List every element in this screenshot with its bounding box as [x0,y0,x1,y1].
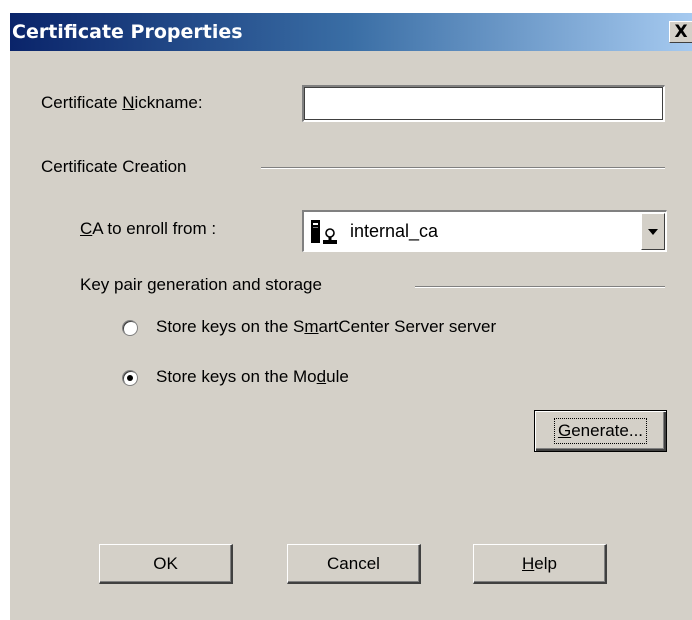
section-divider [261,167,665,169]
help-label-part: elp [534,553,557,573]
cancel-button[interactable]: Cancel [287,544,421,584]
option-label-part: artCenter Server server [318,317,497,336]
close-button[interactable]: X [669,21,692,43]
nickname-input[interactable] [302,85,665,122]
generate-mnemonic: G [557,421,572,440]
ca-label-mnemonic: C [80,219,93,238]
title-bar[interactable]: Certificate Properties X [10,13,692,51]
nickname-label-mnemonic: N [122,93,135,112]
ok-button[interactable]: OK [99,544,233,584]
ca-selected-value: internal_ca [350,221,439,241]
option-label-mnemonic: m [304,317,319,336]
generate-label-part: enerate... [571,421,644,440]
certificate-creation-heading: Certificate Creation [41,157,187,176]
store-keys-server-radio[interactable] [122,320,138,336]
help-mnemonic: H [522,553,535,573]
certificate-properties-dialog: Certificate Properties X Certificate Nic… [9,12,692,620]
option-label-part: ule [326,367,349,386]
radio-selected-dot [127,375,133,381]
store-keys-module-label[interactable]: Store keys on the Module [156,367,349,387]
option-label-part: Store keys on the Mo [156,367,317,386]
section-divider [415,286,665,288]
option-label-mnemonic: d [316,367,327,386]
option-label-part: Store keys on the S [156,317,305,336]
nickname-label: Certificate Nickname: [41,93,203,113]
dropdown-button[interactable] [641,213,665,250]
chevron-down-icon [648,228,658,235]
ca-label-part: A to enroll from : [92,219,217,238]
focus-indicator: Generate... [553,418,648,444]
help-button[interactable]: Help [473,544,607,584]
nickname-label-part: ickname: [134,93,203,112]
keypair-heading: Key pair generation and storage [80,275,322,294]
store-keys-server-label[interactable]: Store keys on the SmartCenter Server ser… [156,317,496,337]
generate-button[interactable]: Generate... [534,410,667,452]
ca-server-icon [310,219,346,250]
nickname-label-part: Certificate [41,93,123,112]
close-icon: X [674,22,688,42]
ca-dropdown[interactable]: internal_ca [302,210,667,252]
store-keys-module-radio[interactable] [122,370,138,386]
ca-label: CA to enroll from : [80,219,216,239]
dialog-title: Certificate Properties [12,21,243,43]
